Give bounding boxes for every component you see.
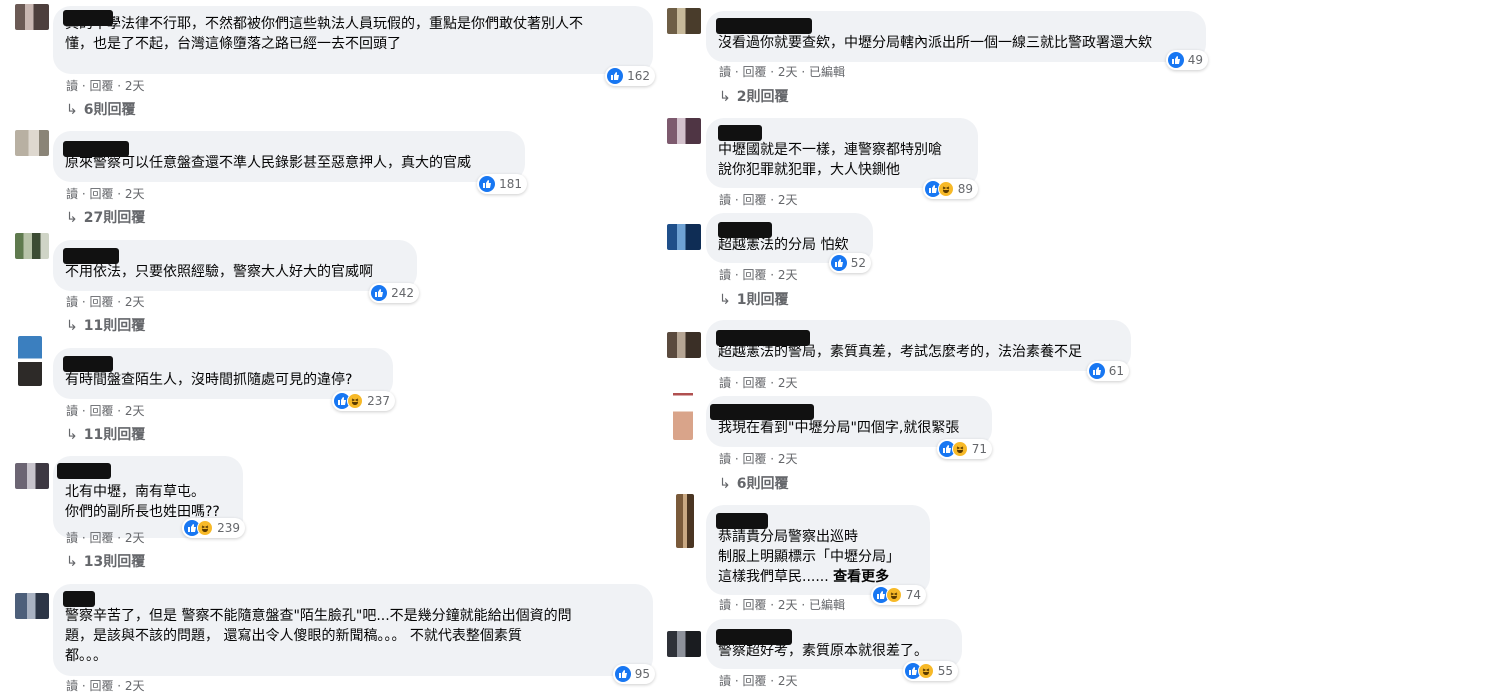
reaction-count: 89 xyxy=(957,182,973,196)
like-icon xyxy=(1167,52,1184,68)
view-replies-link[interactable]: ↳ 2則回覆 xyxy=(719,86,788,106)
avatar[interactable] xyxy=(667,631,701,657)
reaction-count: 52 xyxy=(850,256,866,270)
comment-meta[interactable]: 讀 · 回覆 · 2天 · 已編輯 xyxy=(719,596,845,613)
comment-text: 沒看過你就要查欸，中壢分局轄內派出所一個一線三就比警政署還大欸 xyxy=(718,35,1152,51)
reaction-badge[interactable]: 74 xyxy=(870,585,926,605)
reply-arrow-icon: ↳ xyxy=(719,89,731,105)
reaction-count: 61 xyxy=(1108,364,1124,378)
reaction-badge[interactable]: 55 xyxy=(902,661,958,681)
reaction-badge[interactable]: 71 xyxy=(936,439,992,459)
commenter-name-redacted[interactable] xyxy=(716,629,792,645)
see-more-link[interactable]: 查看更多 xyxy=(833,569,889,585)
comment-bubble: 恭請貴分局警察出巡時 制服上明顯標示「中壢分局」 這樣我們草民...... 查看… xyxy=(706,505,930,605)
avatar[interactable] xyxy=(667,332,701,358)
avatar[interactable] xyxy=(676,494,694,548)
comment-meta[interactable]: 讀 · 回覆 · 2天 xyxy=(719,450,798,467)
reaction-count: 49 xyxy=(1187,53,1203,67)
comment-meta[interactable]: 讀 · 回覆 · 2天 xyxy=(719,191,798,208)
comment-bubble: 中壢國就是不一樣，連警察都特別嗆 說你犯罪就犯罪，大人快鍘他 89 xyxy=(706,118,978,199)
reaction-badge[interactable]: 52 xyxy=(828,253,871,273)
comment-meta[interactable]: 讀 · 回覆 · 2天 xyxy=(719,672,798,689)
comment-bubble: 我現在看到"中壢分局"四個字,就很緊張 71 xyxy=(706,396,992,459)
reply-arrow-icon: ↳ xyxy=(719,292,731,308)
haha-icon xyxy=(917,663,934,679)
reaction-count: 71 xyxy=(971,442,987,456)
right-comment-column: 沒看過你就要查欸，中壢分局轄內派出所一個一線三就比警政署還大欸 49 讀 · 回… xyxy=(0,0,1500,693)
reaction-count: 74 xyxy=(905,588,921,602)
comment-text: 中壢國就是不一樣，連警察都特別嗆 說你犯罪就犯罪，大人快鍘他 xyxy=(718,142,942,178)
comment-bubble: 超越憲法的分局 怕欸 52 xyxy=(706,213,873,273)
haha-icon xyxy=(937,181,954,197)
commenter-name-redacted[interactable] xyxy=(716,513,768,529)
reply-arrow-icon: ↳ xyxy=(719,476,731,492)
avatar[interactable] xyxy=(667,118,701,144)
view-replies-link[interactable]: ↳ 1則回覆 xyxy=(719,289,788,309)
comment-text: 超越憲法的分局 怕欸 xyxy=(718,237,849,253)
reaction-badge[interactable]: 89 xyxy=(922,179,978,199)
comment-meta[interactable]: 讀 · 回覆 · 2天 · 已編輯 xyxy=(719,63,845,80)
haha-icon xyxy=(951,441,968,457)
reaction-badge[interactable]: 49 xyxy=(1165,50,1208,70)
commenter-name-redacted[interactable] xyxy=(718,222,772,238)
comment-meta[interactable]: 讀 · 回覆 · 2天 xyxy=(719,266,798,283)
avatar[interactable] xyxy=(667,8,701,34)
commenter-name-redacted[interactable] xyxy=(716,330,810,346)
comment-bubble: 沒看過你就要查欸，中壢分局轄內派出所一個一線三就比警政署還大欸 49 xyxy=(706,11,1208,70)
avatar[interactable] xyxy=(667,224,701,250)
reaction-badge[interactable]: 61 xyxy=(1086,361,1129,381)
commenter-name-redacted[interactable] xyxy=(710,404,814,420)
haha-icon xyxy=(885,587,902,603)
commenter-name-redacted[interactable] xyxy=(718,125,762,141)
comment-bubble: 超越憲法的警局，素質真差，考試怎麼考的，法治素養不足 61 xyxy=(706,320,1131,381)
comment-bubble: 警察超好考，素質原本就很差了。 55 xyxy=(706,619,962,681)
like-icon xyxy=(1088,363,1105,379)
like-icon xyxy=(830,255,847,271)
comment-meta[interactable]: 讀 · 回覆 · 2天 xyxy=(719,374,798,391)
comment-text: 我現在看到"中壢分局"四個字,就很緊張 xyxy=(718,420,960,436)
comment-text: 恭請貴分局警察出巡時 制服上明顯標示「中壢分局」 這樣我們草民...... 查看… xyxy=(718,529,900,585)
commenter-name-redacted[interactable] xyxy=(716,18,812,34)
view-replies-link[interactable]: ↳ 6則回覆 xyxy=(719,473,788,493)
reaction-count: 55 xyxy=(937,664,953,678)
avatar[interactable] xyxy=(673,388,693,440)
